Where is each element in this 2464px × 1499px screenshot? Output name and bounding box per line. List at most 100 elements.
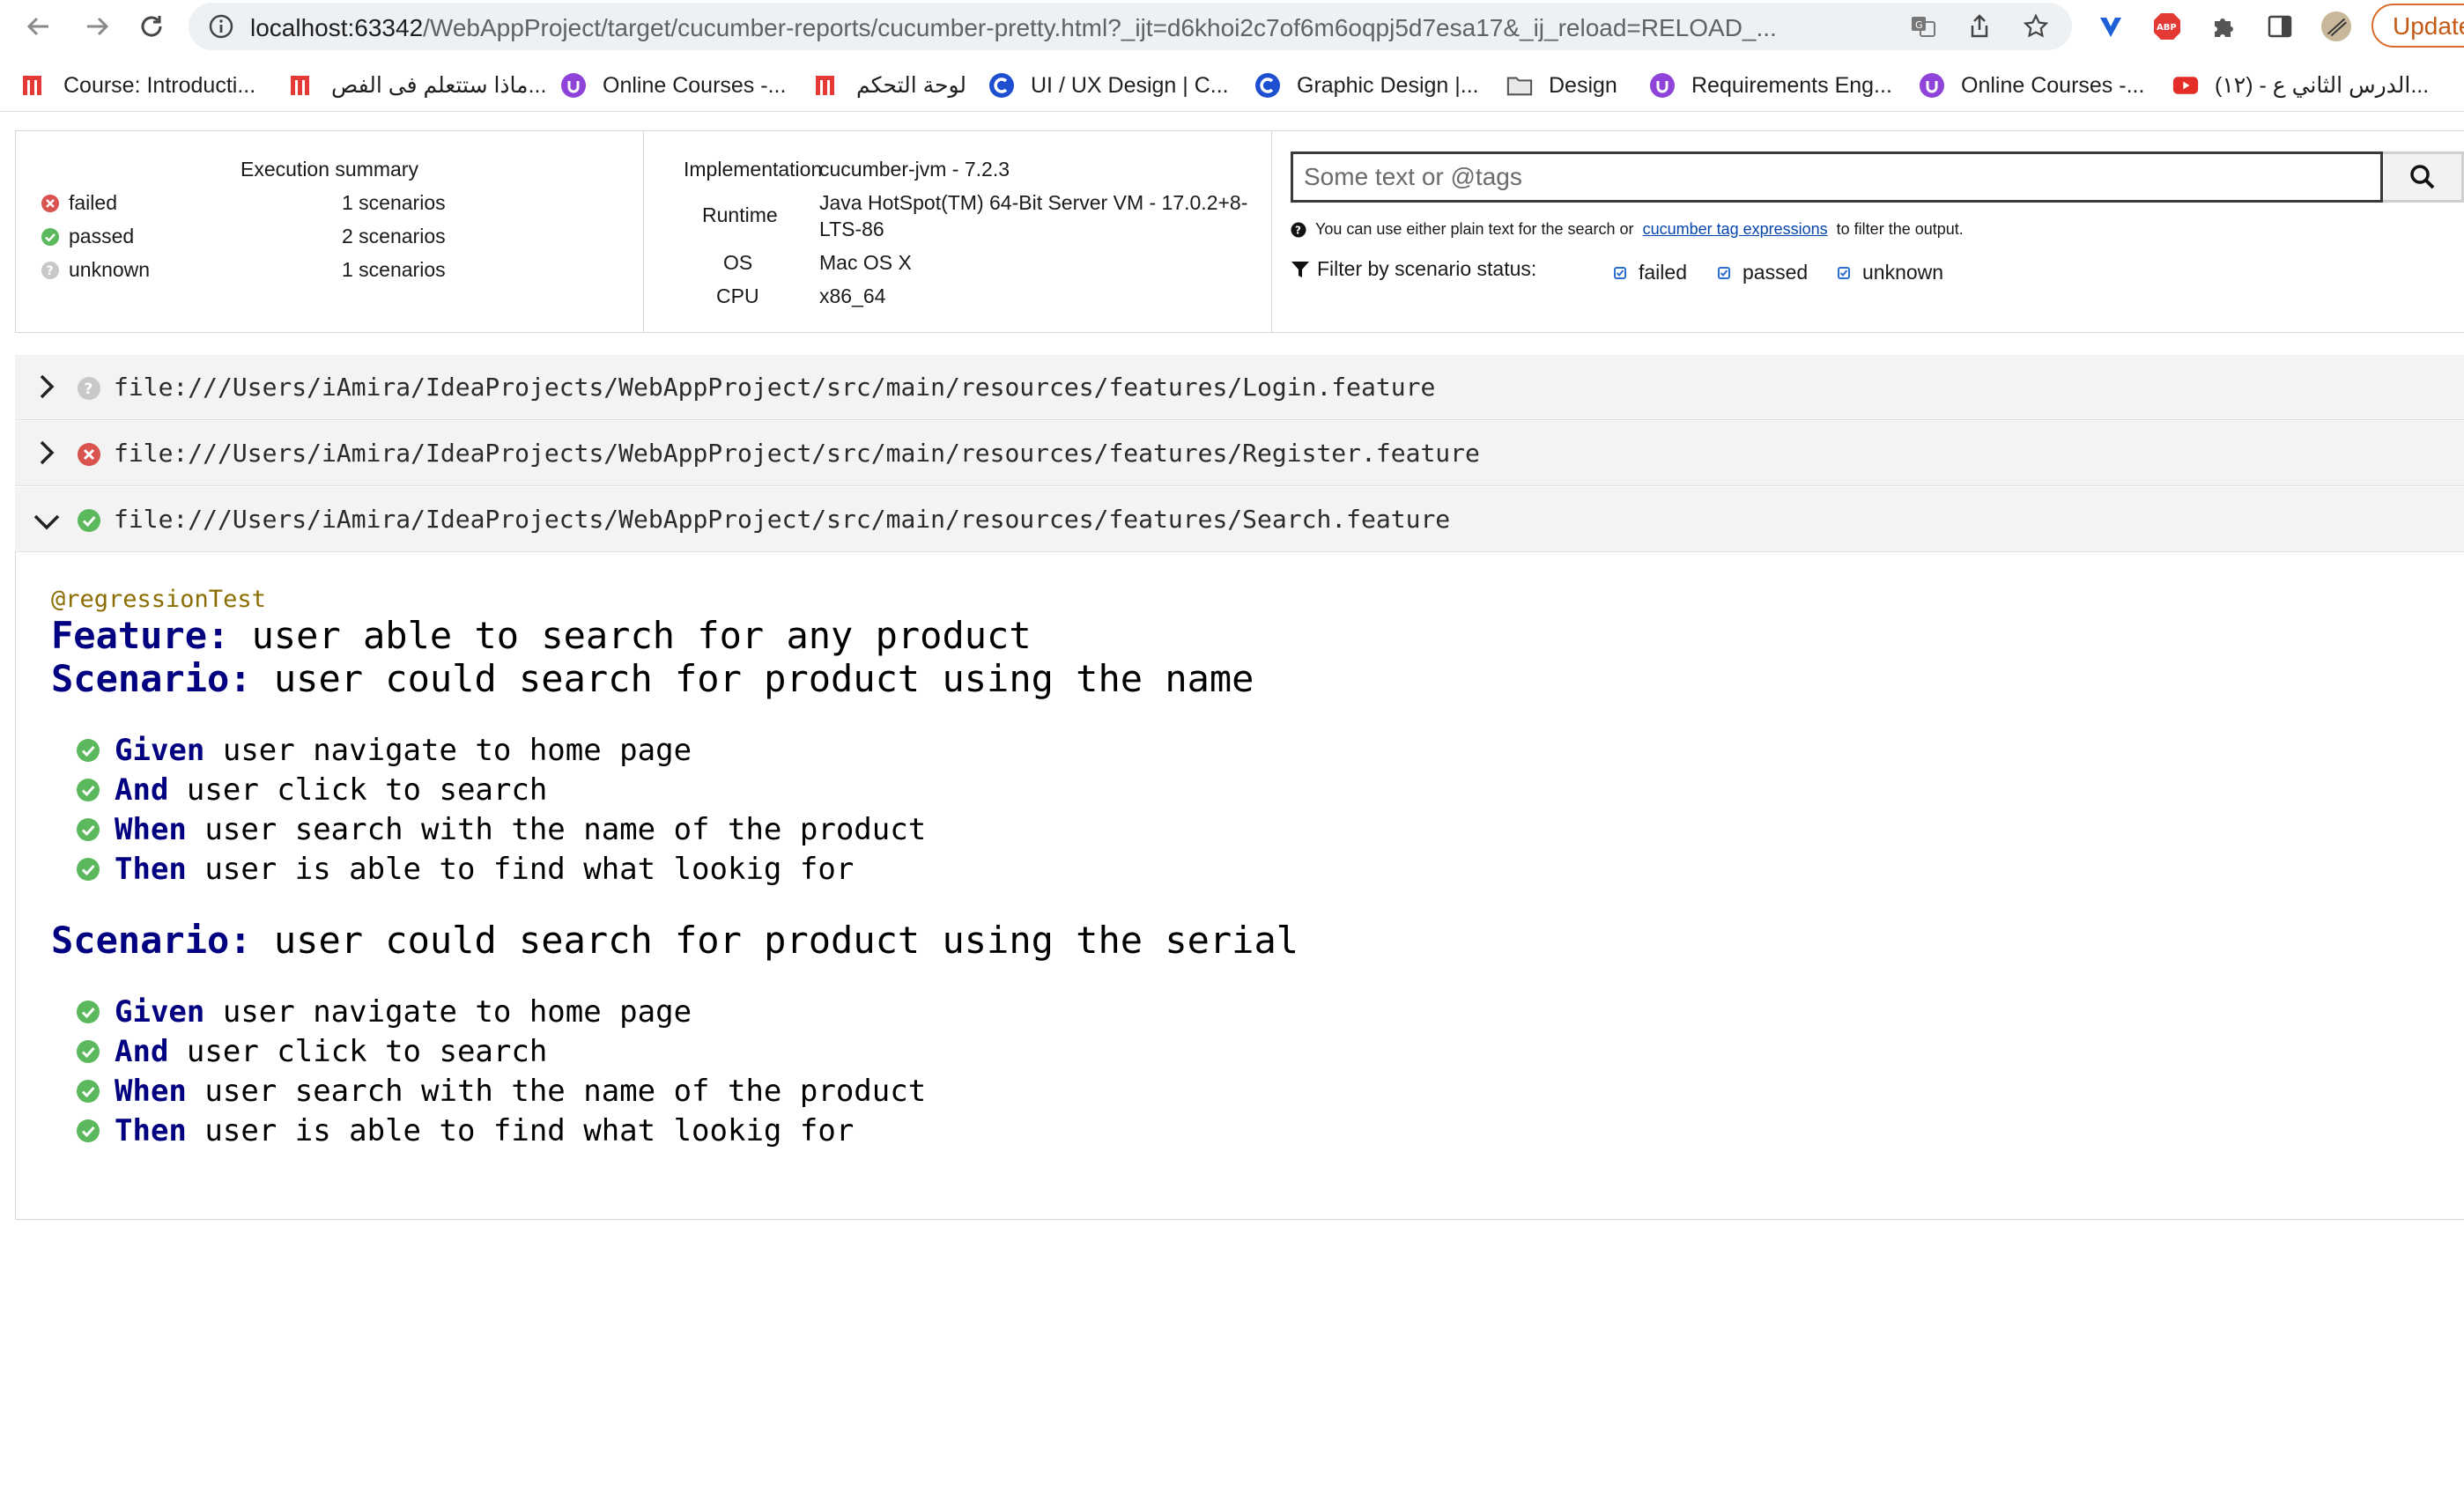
step-row: And user click to search <box>76 772 547 808</box>
feature-path: file:///Users/iAmira/IdeaProjects/WebApp… <box>114 505 1451 534</box>
info-icon[interactable] <box>208 13 234 40</box>
bookmark-item[interactable]: ماذا ستتعلم فى الفص... <box>289 70 546 100</box>
bookmark-item[interactable]: Online Courses -... <box>560 70 786 100</box>
filter-label: Filter by scenario status: <box>1317 257 1537 280</box>
cpu-value: x86_64 <box>819 284 886 307</box>
scenario-heading: Scenario: user could search for product … <box>51 919 1299 962</box>
runtime-key: Runtime <box>702 203 778 226</box>
svg-text:?: ? <box>85 380 93 398</box>
question-circle-icon: ? <box>1291 222 1306 237</box>
svg-text:?: ? <box>47 264 54 278</box>
environment-info: Implementation cucumber-jvm - 7.2.3 Runt… <box>644 131 1272 332</box>
scenario-heading: Scenario: user could search for product … <box>51 657 1254 700</box>
update-button[interactable]: Update <box>2372 4 2464 48</box>
star-icon[interactable] <box>2023 13 2049 40</box>
passed-icon <box>76 817 100 842</box>
forward-button[interactable] <box>79 9 115 44</box>
unknown-icon: ? <box>78 377 100 400</box>
os-key: OS <box>723 251 753 274</box>
search-button[interactable] <box>2383 151 2464 203</box>
side-panel-icon[interactable] <box>2264 11 2296 42</box>
youtube-icon <box>2172 72 2199 99</box>
share-icon[interactable] <box>1966 13 1993 40</box>
summary-status-label: failed <box>69 191 117 214</box>
adblock-icon[interactable]: ABP <box>2151 11 2183 42</box>
step-keyword: When <box>115 1074 187 1109</box>
bookmark-label: Graphic Design |... <box>1297 72 1479 98</box>
checkbox-checked-icon[interactable] <box>1718 266 1730 279</box>
checkbox-checked-icon[interactable] <box>1614 266 1626 279</box>
passed-icon <box>41 227 59 246</box>
scenario-name: user could search for product using the … <box>273 919 1299 962</box>
step-row: Given user navigate to home page <box>76 733 692 768</box>
extension-heart-icon[interactable] <box>2095 11 2127 42</box>
filter-checkbox-passed[interactable]: passed <box>1718 261 1808 284</box>
step-text: user click to search <box>186 772 548 808</box>
c-logo-icon <box>1254 72 1281 99</box>
bookmark-item[interactable]: Course: Introducti... <box>21 70 255 100</box>
summary-status-label: unknown <box>69 258 151 281</box>
bookmark-item[interactable]: Online Courses -... <box>1919 70 2144 100</box>
step-keyword: Then <box>115 1113 187 1148</box>
bookmark-item[interactable]: Requirements Eng... <box>1649 70 1892 100</box>
reload-button[interactable] <box>134 9 169 44</box>
feature-row-search[interactable]: file:///Users/iAmira/IdeaProjects/WebApp… <box>15 487 2464 552</box>
search-input[interactable] <box>1293 154 2380 200</box>
summary-row-unknown: ? unknown <box>41 258 150 282</box>
chevron-down-icon[interactable] <box>31 506 63 538</box>
cpu-key: CPU <box>716 284 759 307</box>
step-keyword: When <box>115 812 187 847</box>
search-icon <box>2409 165 2434 189</box>
filter-checkbox-unknown[interactable]: unknown <box>1838 261 1943 284</box>
filter-option-label: failed <box>1639 261 1687 284</box>
feature-path: file:///Users/iAmira/IdeaProjects/WebApp… <box>114 439 1480 468</box>
step-text: user click to search <box>186 1034 548 1069</box>
arrow-left-icon <box>26 17 48 36</box>
checkbox-checked-icon[interactable] <box>1838 266 1850 279</box>
bookmark-label: Course: Introducti... <box>63 72 256 98</box>
svg-text:?: ? <box>1295 224 1301 236</box>
step-row: Then user is able to find what lookig fo… <box>76 852 854 887</box>
profile-avatar[interactable] <box>2320 11 2352 42</box>
filter-option-label: passed <box>1743 261 1809 284</box>
feature-row-register[interactable]: file:///Users/iAmira/IdeaProjects/WebApp… <box>15 421 2464 486</box>
step-keyword: Given <box>115 733 205 768</box>
step-row: When user search with the name of the pr… <box>76 1074 926 1109</box>
bookmark-label: ماذا ستتعلم فى الفص... <box>331 73 547 98</box>
puzzle-icon[interactable] <box>2208 11 2239 42</box>
summary-title: Execution summary <box>240 158 418 181</box>
translate-icon[interactable]: G <box>1910 13 1936 40</box>
bookmark-item[interactable]: UI / UX Design | C... <box>988 70 1229 100</box>
step-text: user search with the name of the product <box>204 812 927 847</box>
step-keyword: Given <box>115 994 205 1030</box>
url-text[interactable]: localhost:63342/WebAppProject/target/cuc… <box>250 14 1942 42</box>
step-text: user is able to find what lookig for <box>204 1113 855 1148</box>
adblock-label: ABP <box>2157 23 2177 33</box>
bookmark-label: Online Courses -... <box>1961 72 2145 98</box>
back-button[interactable] <box>21 9 56 44</box>
feature-row-login[interactable]: ? file:///Users/iAmira/IdeaProjects/WebA… <box>15 355 2464 420</box>
runtime-value-line1: Java HotSpot(TM) 64-Bit Server VM - 17.0… <box>819 191 1248 214</box>
bookmark-folder[interactable]: Design <box>1506 70 1617 100</box>
filter-option-label: unknown <box>1862 261 1944 284</box>
passed-icon <box>76 1119 100 1143</box>
url-host: localhost:63342 <box>250 14 424 41</box>
filter-label-row: Filter by scenario status: <box>1291 257 1536 281</box>
help-text-prefix: You can use either plain text for the se… <box>1315 220 1634 238</box>
filter-icon <box>1291 261 1309 277</box>
status-summary: Execution summary failed 1 scenarios pas… <box>16 131 644 332</box>
address-bar[interactable]: localhost:63342/WebAppProject/target/cuc… <box>189 3 2072 50</box>
feature-heading: Feature: user able to search for any pro… <box>51 614 1032 657</box>
step-text: user navigate to home page <box>222 733 692 768</box>
bookmark-item[interactable]: Graphic Design |... <box>1254 70 1479 100</box>
filter-checkbox-failed[interactable]: failed <box>1614 261 1687 284</box>
tag-expressions-link[interactable]: cucumber tag expressions <box>1643 220 1828 239</box>
scenario-name: user could search for product using the … <box>273 657 1254 700</box>
chevron-right-icon[interactable] <box>31 371 63 402</box>
os-value: Mac OS X <box>819 251 912 274</box>
bookmark-item[interactable]: لوحة التحكم <box>814 70 966 100</box>
help-text-suffix: to filter the output. <box>1836 220 1964 238</box>
feature-path: file:///Users/iAmira/IdeaProjects/WebApp… <box>114 373 1436 402</box>
bookmark-item[interactable]: (١٢) - الدرس الثاني ع... <box>2172 70 2429 100</box>
chevron-right-icon[interactable] <box>31 437 63 469</box>
